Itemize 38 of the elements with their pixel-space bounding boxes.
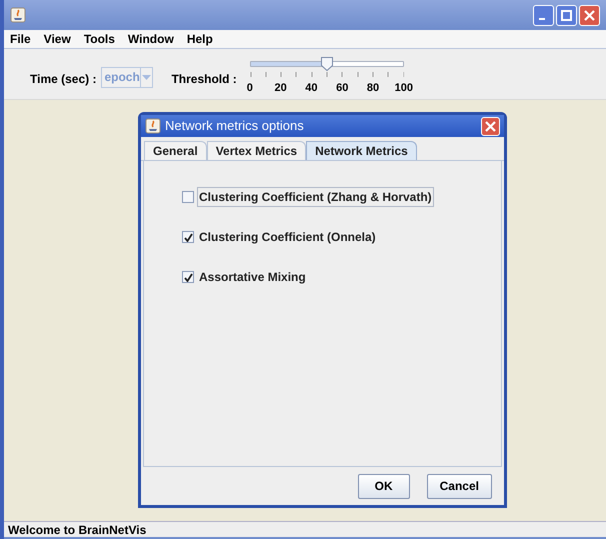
- slider-thumb[interactable]: [320, 57, 333, 71]
- menu-item[interactable]: Window: [128, 30, 174, 48]
- close-icon: [584, 10, 595, 20]
- threshold-label: Threshold :: [171, 71, 237, 88]
- status-text: Welcome to BrainNetVis: [8, 522, 146, 538]
- tick-label: 40: [305, 81, 318, 96]
- menu-item[interactable]: View: [44, 30, 71, 48]
- menu-item[interactable]: File: [10, 30, 31, 48]
- app-icon: [145, 118, 161, 134]
- dropdown-arrow-icon: [140, 68, 152, 87]
- dialog-button[interactable]: OK: [358, 474, 410, 498]
- checkbox-label[interactable]: Clustering Coefficient (Onnela): [197, 227, 378, 247]
- tick-label: 60: [336, 81, 348, 96]
- tick-label: 100: [394, 81, 413, 96]
- checkbox-label[interactable]: Assortative Mixing: [197, 267, 308, 287]
- checkbox-label[interactable]: Clustering Coefficient (Zhang & Horvath): [197, 187, 434, 207]
- close-icon: [485, 120, 496, 132]
- checkbox[interactable]: [182, 191, 194, 203]
- close-button[interactable]: [481, 116, 500, 136]
- tab[interactable]: Vertex Metrics: [206, 141, 306, 160]
- menu-item[interactable]: Tools: [84, 30, 115, 48]
- tick-label: 80: [366, 81, 380, 96]
- minimize-button[interactable]: [533, 4, 554, 26]
- tick-label: 20: [274, 81, 287, 96]
- time-label: Time (sec) :: [30, 71, 96, 88]
- maximize-button[interactable]: [556, 4, 577, 26]
- checkbox[interactable]: [182, 271, 194, 283]
- tab[interactable]: General: [144, 141, 207, 160]
- dialog-button[interactable]: Cancel: [426, 474, 492, 498]
- app-icon: [10, 7, 26, 23]
- menu-item[interactable]: Help: [186, 30, 213, 48]
- tick-label: 0: [246, 81, 253, 96]
- tab[interactable]: Network Metrics: [306, 141, 417, 160]
- minimize-icon: [538, 18, 544, 20]
- checkbox[interactable]: [182, 231, 194, 243]
- close-button[interactable]: [579, 4, 600, 26]
- dialog-title: Network metrics options: [165, 117, 305, 136]
- maximize-icon: [561, 10, 572, 20]
